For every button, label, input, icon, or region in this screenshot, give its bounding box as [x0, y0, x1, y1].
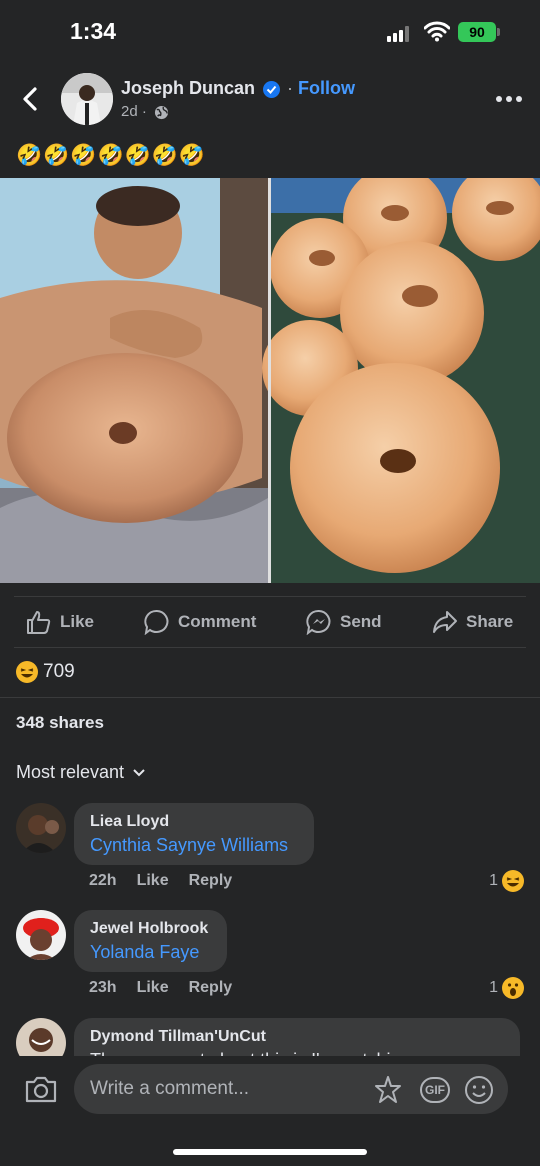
chevron-down-icon	[133, 768, 145, 776]
status-bar: 1:34 90	[0, 0, 540, 62]
comment-text[interactable]: Cynthia Saynye Williams	[90, 835, 298, 856]
reaction-summary[interactable]: 709	[16, 659, 75, 685]
comment-input-placeholder: Write a comment...	[90, 1078, 250, 1099]
comment-reaction[interactable]: 1	[489, 977, 524, 999]
commenter-name[interactable]: Jewel Holbrook	[90, 920, 211, 938]
comment-reaction-count: 1	[489, 872, 498, 889]
post-caption: 🤣🤣🤣🤣🤣🤣🤣	[16, 144, 207, 167]
author-name[interactable]: Joseph Duncan	[121, 78, 255, 99]
back-icon[interactable]	[18, 86, 44, 112]
status-time: 1:34	[70, 18, 117, 44]
messenger-icon	[306, 610, 331, 635]
comment-reply-button[interactable]: Reply	[189, 979, 233, 997]
screen: { "status_bar": { "time": "1:34", "batte…	[0, 0, 540, 1166]
battery-tip	[497, 28, 500, 36]
home-indicator	[173, 1149, 367, 1155]
comment-bubble[interactable]: Liea Lloyd Cynthia Saynye Williams	[74, 803, 314, 865]
send-label: Send	[340, 612, 382, 631]
thumbs-up-icon	[27, 611, 51, 634]
post-photo[interactable]	[0, 178, 540, 583]
comment-text[interactable]: Yolanda Faye	[90, 942, 211, 963]
comment-sort-dropdown[interactable]: Most relevant	[16, 762, 146, 783]
commenter-name[interactable]: Liea Lloyd	[90, 813, 298, 831]
divider	[0, 697, 540, 698]
share-button[interactable]: Share	[432, 597, 513, 647]
post-action-bar: Like Comment Send Share	[14, 596, 526, 648]
commenter-avatar[interactable]	[16, 910, 66, 960]
comment-time: 22h	[89, 872, 117, 889]
more-options-icon[interactable]	[496, 96, 522, 104]
comment-like-button[interactable]: Like	[137, 872, 169, 890]
comment-button[interactable]: Comment	[144, 597, 256, 647]
wifi-icon	[424, 21, 450, 42]
shares-count[interactable]: 348 shares	[16, 713, 104, 733]
follow-button[interactable]: Follow	[298, 78, 355, 99]
header-separator: ·	[287, 78, 293, 98]
comment-time: 23h	[89, 979, 117, 996]
sticker-icon[interactable]	[372, 1074, 404, 1106]
comment-reaction[interactable]: 1	[489, 870, 524, 892]
comment-composer: Write a comment... GIF	[0, 1056, 540, 1166]
post-timestamp[interactable]: 2d ·	[121, 103, 147, 120]
laughing-emoji-icon	[502, 870, 524, 892]
post-header: Joseph Duncan · Follow 2d ·	[0, 66, 540, 132]
laughing-emoji-icon	[16, 661, 38, 683]
sort-label: Most relevant	[16, 762, 125, 782]
camera-icon[interactable]	[24, 1074, 58, 1104]
comment-reply-button[interactable]: Reply	[189, 872, 233, 890]
share-arrow-icon	[433, 611, 457, 633]
globe-icon	[154, 105, 169, 120]
commenter-name[interactable]: Dymond Tillman'UnCut	[90, 1028, 504, 1046]
comment-bubble-icon	[144, 610, 169, 635]
emoji-icon[interactable]	[464, 1075, 494, 1105]
send-button[interactable]: Send	[306, 597, 382, 647]
comment-label: Comment	[178, 612, 257, 631]
comment-reaction-count: 1	[489, 979, 498, 996]
like-label: Like	[60, 612, 95, 631]
comment-meta: 23h Like Reply	[89, 979, 232, 997]
comment-like-button[interactable]: Like	[137, 979, 169, 997]
share-label: Share	[466, 612, 514, 631]
cellular-signal-icon	[387, 26, 413, 42]
author-avatar[interactable]	[61, 73, 113, 125]
verified-badge-icon	[263, 81, 280, 98]
reaction-count: 709	[43, 661, 75, 682]
battery-icon: 90	[458, 22, 496, 42]
gif-icon[interactable]: GIF	[420, 1077, 450, 1103]
comment-meta: 22h Like Reply	[89, 872, 232, 890]
comment-input[interactable]: Write a comment... GIF	[74, 1064, 508, 1114]
comment-bubble[interactable]: Jewel Holbrook Yolanda Faye	[74, 910, 227, 972]
like-button[interactable]: Like	[26, 597, 94, 647]
wow-emoji-icon	[502, 977, 524, 999]
commenter-avatar[interactable]	[16, 803, 66, 853]
